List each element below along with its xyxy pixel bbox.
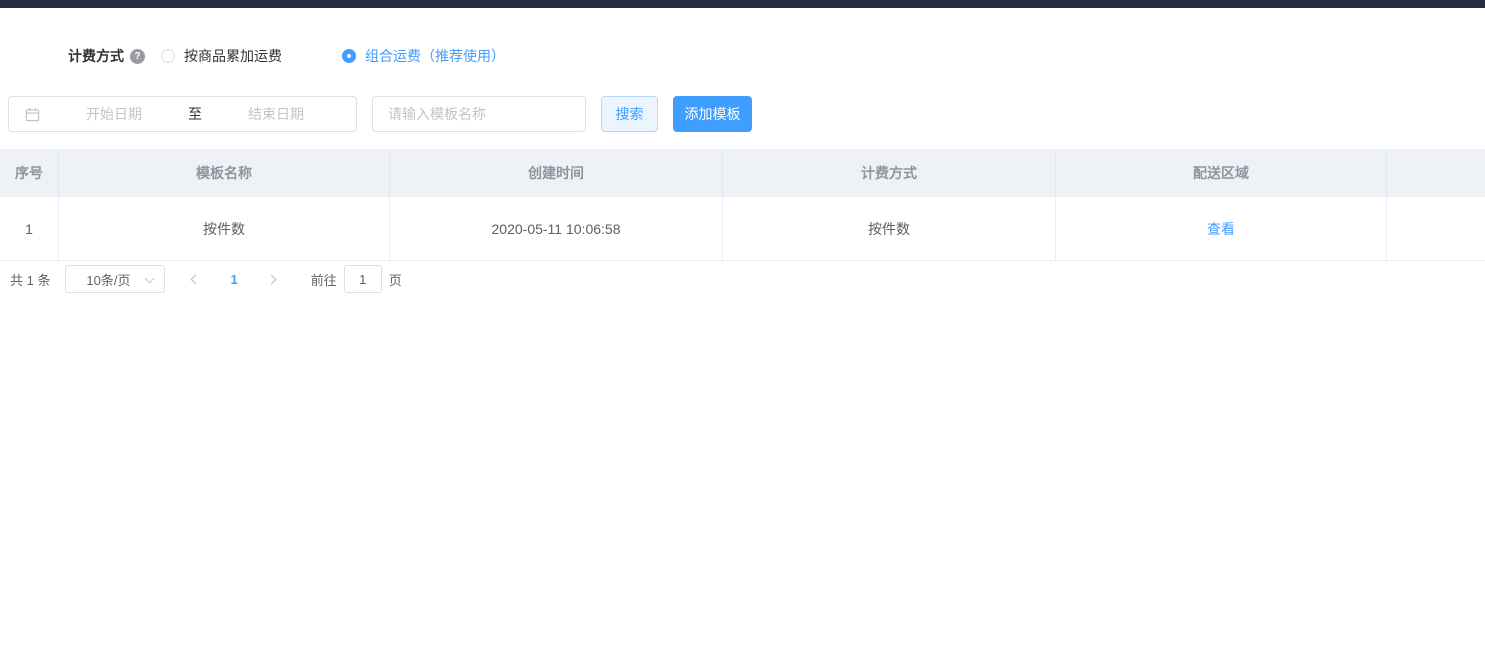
total-count: 共 1 条 [10, 272, 51, 288]
top-bar [0, 0, 1485, 8]
radio-combined-label: 组合运费（推荐使用） [365, 48, 505, 64]
chevron-down-icon [145, 273, 155, 284]
billing-method-row: 计费方式 ? 按商品累加运费 组合运费（推荐使用） [68, 45, 1485, 67]
end-date-input[interactable] [206, 106, 346, 122]
radio-accumulate-freight[interactable]: 按商品累加运费 [161, 46, 282, 66]
billing-method-label: 计费方式 [68, 48, 124, 64]
prev-page-button[interactable] [191, 274, 201, 284]
cell-index: 1 [0, 197, 59, 261]
header-template-name: 模板名称 [59, 149, 390, 197]
cell-empty [1387, 197, 1485, 261]
table-header-row: 序号 模板名称 创建时间 计费方式 配送区域 [0, 149, 1485, 197]
help-question-icon[interactable]: ? [130, 48, 145, 64]
cell-created-time: 2020-05-11 10:06:58 [390, 197, 723, 261]
goto-label: 前往 [310, 272, 337, 288]
templates-table: 序号 模板名称 创建时间 计费方式 配送区域 1 按件数 2020-05-11 … [0, 149, 1485, 261]
pagination: 共 1 条 10条/页 1 前往 页 [10, 265, 1485, 293]
cell-delivery-region: 查看 [1056, 197, 1387, 261]
search-button[interactable]: 搜索 [601, 96, 658, 132]
radio-checked-icon [342, 49, 356, 63]
page-size-value: 10条/页 [86, 272, 131, 288]
next-page-button[interactable] [266, 274, 277, 284]
page-size-select[interactable]: 10条/页 [65, 265, 166, 293]
radio-accumulate-label: 按商品累加运费 [184, 48, 282, 64]
date-separator: 至 [188, 106, 202, 122]
add-template-button[interactable]: 添加模板 [673, 96, 752, 132]
start-date-input[interactable] [44, 106, 184, 122]
goto-page-input[interactable] [343, 265, 382, 293]
filter-row: 至 搜索 添加模板 [8, 96, 1485, 132]
header-empty [1387, 149, 1485, 197]
header-index: 序号 [0, 149, 59, 197]
current-page[interactable]: 1 [230, 272, 237, 287]
cell-template-name: 按件数 [59, 197, 390, 261]
template-name-input[interactable] [372, 96, 586, 132]
header-delivery-region: 配送区域 [1056, 149, 1387, 197]
header-created-time: 创建时间 [390, 149, 723, 197]
radio-unchecked-icon [161, 49, 175, 63]
header-billing-method: 计费方式 [723, 149, 1056, 197]
table-row: 1 按件数 2020-05-11 10:06:58 按件数 查看 [0, 197, 1485, 261]
date-range-picker[interactable]: 至 [8, 96, 357, 132]
billing-method-radio-group: 按商品累加运费 组合运费（推荐使用） [145, 46, 505, 66]
radio-combined-freight[interactable]: 组合运费（推荐使用） [342, 46, 505, 66]
calendar-icon [25, 107, 40, 122]
cell-billing-method: 按件数 [723, 197, 1056, 261]
view-region-link[interactable]: 查看 [1207, 219, 1235, 239]
page-suffix: 页 [388, 272, 402, 288]
